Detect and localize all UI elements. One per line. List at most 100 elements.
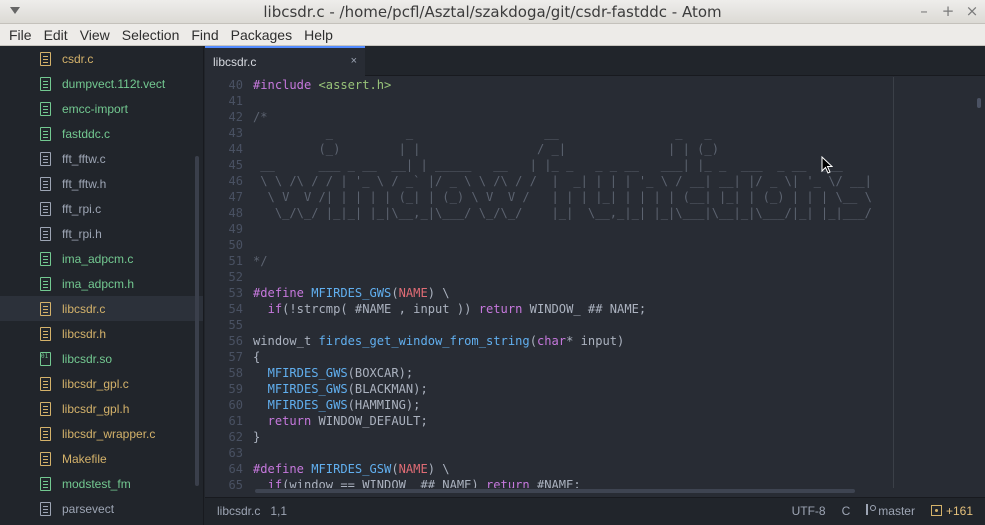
status-file-path[interactable]: libcsdr.c bbox=[217, 504, 260, 518]
code-line[interactable]: */ bbox=[253, 253, 973, 269]
line-number: 42 bbox=[228, 110, 243, 124]
code-line[interactable] bbox=[253, 93, 973, 109]
tree-item[interactable]: fft_rpi.h bbox=[0, 221, 203, 246]
line-number: 45 bbox=[228, 158, 243, 172]
code-token: (_) | | / _| | | (_) bbox=[253, 142, 719, 156]
code-line[interactable]: if(!strcmp( #NAME , input )) return WIND… bbox=[253, 301, 973, 317]
menu-view[interactable]: View bbox=[74, 24, 116, 46]
file-text-icon bbox=[40, 326, 51, 341]
code-line[interactable]: window_t firdes_get_window_from_string(c… bbox=[253, 333, 973, 349]
code-line[interactable]: MFIRDES_GWS(BLACKMAN); bbox=[253, 381, 973, 397]
tree-item[interactable]: ima_adpcm.h bbox=[0, 271, 203, 296]
tree-item[interactable]: fft_rpi.c bbox=[0, 196, 203, 221]
file-text-icon bbox=[40, 201, 51, 216]
code-line[interactable] bbox=[253, 445, 973, 461]
line-number: 62 bbox=[228, 430, 243, 444]
horizontal-scrollbar[interactable] bbox=[255, 489, 855, 493]
line-number: 40 bbox=[228, 78, 243, 92]
menu-edit[interactable]: Edit bbox=[38, 24, 74, 46]
menu-packages[interactable]: Packages bbox=[225, 24, 298, 46]
line-number: 59 bbox=[228, 382, 243, 396]
tree-item-label: modstest_fm bbox=[62, 476, 131, 491]
code-line[interactable]: \ V V /| | | | | (_| | (_) \ V V / | | |… bbox=[253, 189, 973, 205]
status-cursor-position[interactable]: 1,1 bbox=[270, 504, 287, 518]
tree-item[interactable]: libcsdr_wrapper.c bbox=[0, 421, 203, 446]
code-area[interactable]: #include <assert.h> /* _ _ __ _ _ (_) | … bbox=[253, 77, 973, 488]
code-line[interactable]: MFIRDES_GWS(HAMMING); bbox=[253, 397, 973, 413]
code-line[interactable] bbox=[253, 269, 973, 285]
file-text-icon bbox=[40, 501, 51, 516]
tree-item[interactable]: parsevect bbox=[0, 496, 203, 521]
tree-item[interactable]: libcsdr_gpl.h bbox=[0, 396, 203, 421]
menu-file[interactable]: File bbox=[3, 24, 38, 46]
code-line[interactable] bbox=[253, 237, 973, 253]
code-line[interactable]: if(window == WINDOW_ ## NAME) return #NA… bbox=[253, 477, 973, 488]
tree-item-label: libcsdr.h bbox=[62, 326, 107, 341]
window-title: libcsdr.c - /home/pcfl/Asztal/szakdoga/g… bbox=[263, 3, 722, 21]
code-line[interactable]: _ _ __ _ _ bbox=[253, 125, 973, 141]
tree-item[interactable]: Makefile bbox=[0, 446, 203, 471]
tree-item[interactable]: libcsdr_gpl.c bbox=[0, 371, 203, 396]
code-line[interactable]: } bbox=[253, 429, 973, 445]
close-window-button[interactable]: × bbox=[965, 2, 979, 20]
line-number: 63 bbox=[228, 446, 243, 460]
tree-item[interactable]: dumpvect.112t.vect bbox=[0, 71, 203, 96]
status-grammar[interactable]: C bbox=[842, 504, 851, 518]
tab-label: libcsdr.c bbox=[213, 55, 257, 69]
tree-item-label: csdr.c bbox=[62, 51, 94, 66]
code-line[interactable]: #define MFIRDES_GSW(NAME) \ bbox=[253, 461, 973, 477]
status-encoding[interactable]: UTF-8 bbox=[792, 504, 826, 518]
code-token: if bbox=[267, 478, 283, 488]
tree-item-label: libcsdr.c bbox=[62, 301, 106, 316]
menu-find[interactable]: Find bbox=[185, 24, 224, 46]
tab-bar: libcsdr.c × bbox=[205, 46, 985, 77]
code-line[interactable]: return WINDOW_DEFAULT; bbox=[253, 413, 973, 429]
code-token: { bbox=[253, 350, 261, 364]
tree-item-label: emcc-import bbox=[62, 101, 129, 116]
tab-libcsdr-c[interactable]: libcsdr.c × bbox=[205, 46, 365, 77]
code-line[interactable]: #include <assert.h> bbox=[253, 77, 973, 93]
code-token: ( bbox=[529, 334, 537, 348]
code-token: \ \ /\ / / | '_ \ / _` |/ _ \ \ /\ / / |… bbox=[253, 174, 872, 188]
tree-item-label: ima_adpcm.h bbox=[62, 276, 135, 291]
code-line[interactable]: \_/\_/ |_|_| |_|\__,_|\___/ \_/\_/ |_| \… bbox=[253, 205, 973, 221]
code-line[interactable]: \ \ /\ / / | '_ \ / _` |/ _ \ \ /\ / / |… bbox=[253, 173, 973, 189]
tree-item[interactable]: modstest_fm bbox=[0, 471, 203, 496]
code-token: __ ___ _ __ __| | _____ __ | |_ _ _ _ __… bbox=[253, 158, 843, 172]
code-line[interactable] bbox=[253, 221, 973, 237]
code-line[interactable]: MFIRDES_GWS(BOXCAR); bbox=[253, 365, 973, 381]
status-git-diff[interactable]: +161 bbox=[930, 504, 973, 518]
vertical-scrollbar[interactable] bbox=[977, 98, 981, 108]
tree-item[interactable]: libcsdr.h bbox=[0, 321, 203, 346]
tree-item[interactable]: csdr.c bbox=[0, 46, 203, 71]
maximize-button[interactable]: + bbox=[941, 2, 955, 20]
tree-item[interactable]: ima_adpcm.c bbox=[0, 246, 203, 271]
file-list: csdr.c dumpvect.112t.vect emcc-import fastd… bbox=[0, 46, 203, 521]
close-tab-icon[interactable]: × bbox=[351, 55, 357, 67]
tree-item[interactable]: fft_fftw.h bbox=[0, 171, 203, 196]
code-token: (window == WINDOW_ ## NAME) bbox=[282, 478, 486, 488]
line-number: 46 bbox=[228, 174, 243, 188]
tree-item[interactable]: libcsdr.so bbox=[0, 346, 203, 371]
menu-help[interactable]: Help bbox=[298, 24, 339, 46]
tree-item-label: Makefile bbox=[62, 451, 107, 466]
tree-item[interactable]: fastddc.c bbox=[0, 121, 203, 146]
code-token: #define bbox=[253, 462, 312, 476]
code-line[interactable]: #define MFIRDES_GWS(NAME) \ bbox=[253, 285, 973, 301]
tree-item[interactable]: libcsdr.c bbox=[0, 296, 203, 321]
line-number: 52 bbox=[228, 270, 243, 284]
code-line[interactable]: { bbox=[253, 349, 973, 365]
code-line[interactable]: __ ___ _ __ __| | _____ __ | |_ _ _ _ __… bbox=[253, 157, 973, 173]
tree-item[interactable]: fft_fftw.c bbox=[0, 146, 203, 171]
menu-selection[interactable]: Selection bbox=[116, 24, 186, 46]
code-line[interactable]: (_) | | / _| | | (_) bbox=[253, 141, 973, 157]
tree-item-label: fft_rpi.h bbox=[62, 226, 102, 241]
wrap-guide bbox=[893, 77, 894, 488]
status-branch[interactable]: master bbox=[866, 504, 915, 518]
tree-item[interactable]: emcc-import bbox=[0, 96, 203, 121]
code-token: * input) bbox=[566, 334, 625, 348]
tree-scrollbar[interactable] bbox=[195, 156, 199, 486]
minimize-button[interactable]: – bbox=[917, 2, 931, 20]
code-line[interactable]: /* bbox=[253, 109, 973, 125]
code-line[interactable] bbox=[253, 317, 973, 333]
